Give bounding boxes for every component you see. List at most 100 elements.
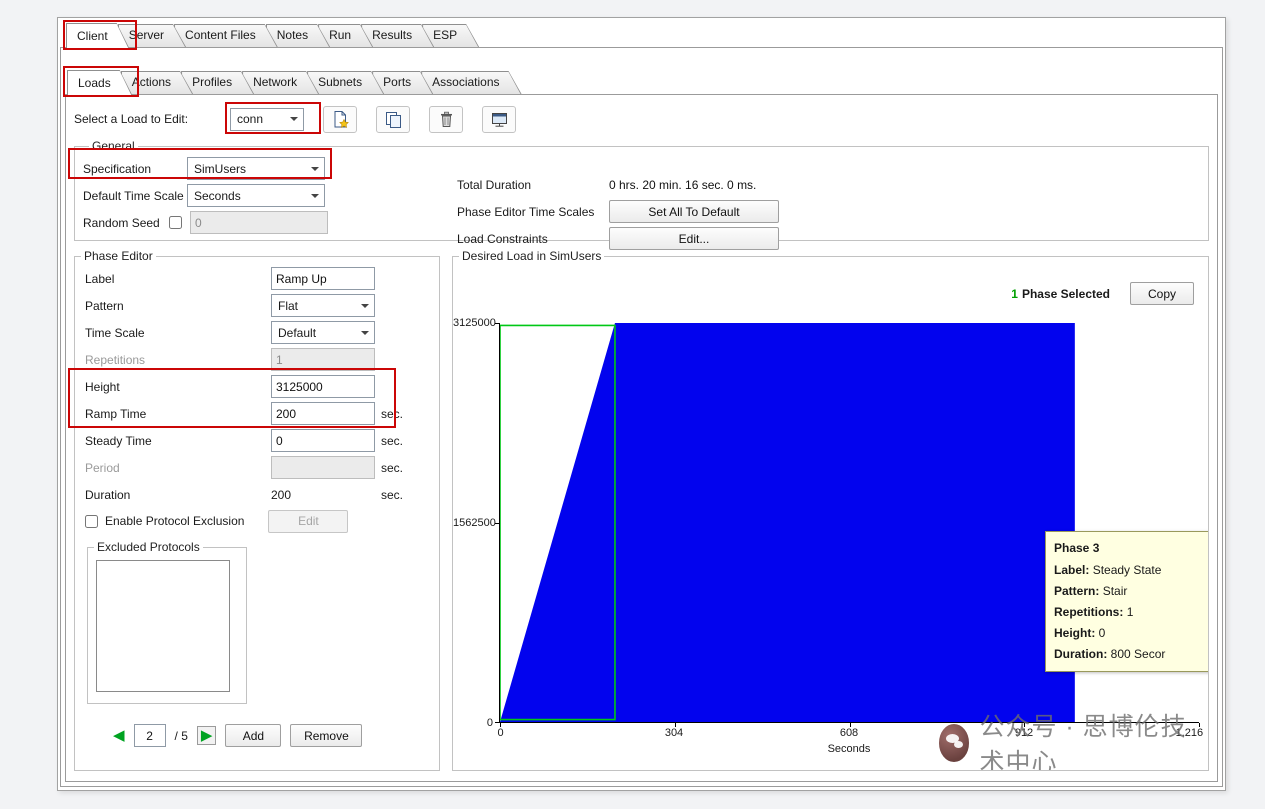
load-select-dropdown[interactable]: conn [230,108,304,131]
time-scale-dropdown[interactable]: Seconds [187,184,325,207]
copy-phase-button[interactable]: Copy [1130,282,1194,305]
time-scale-value: Seconds [194,189,241,203]
avalanche-window: Client Server Content Files Notes Run Re… [57,17,1226,791]
chevron-down-icon [361,331,369,339]
phase-number-input[interactable] [134,724,166,747]
load-selector-row: Select a Load to Edit: conn [74,103,1209,135]
tooltip-row: Duration: 800 Secor [1054,644,1209,665]
steady-time-row: Steady Time sec. [75,427,435,454]
height-label: Height [85,380,271,394]
steady-time-label: Steady Time [85,434,271,448]
y-tick [495,323,499,324]
remove-phase-button[interactable]: Remove [290,724,362,747]
phase-selected-text: Phase Selected [1022,287,1110,301]
secondary-tab-bar: Loads Actions Profiles Network Subnets P… [67,68,510,95]
tab-ports-label: Ports [383,75,411,89]
delete-load-icon [437,110,456,129]
copy-load-icon [384,110,403,129]
protocol-exclusion-edit-button: Edit [268,510,348,533]
general-section: General Specification SimUsers Default T… [74,139,1209,241]
protocol-exclusion-label: Enable Protocol Exclusion [105,514,244,528]
tab-run-label: Run [329,28,351,42]
prev-phase-button[interactable]: ◀ [113,728,125,743]
watermark-logo-icon [939,724,969,762]
load-select-label: Select a Load to Edit: [74,112,224,126]
set-all-default-button[interactable]: Set All To Default [609,200,779,223]
phase-time-scale-dropdown[interactable]: Default [271,321,375,344]
watermark: 公众号 · 思博伦技术中心 [939,707,1208,771]
loads-pane: Select a Load to Edit: conn [65,94,1218,782]
random-seed-checkbox[interactable] [169,216,182,229]
tooltip-title: Phase 3 [1054,538,1209,559]
specification-value: SimUsers [194,162,246,176]
phase-editor-rows: Label Pattern Flat T [75,265,435,508]
tab-loads[interactable]: Loads [67,70,133,96]
steady-time-input[interactable] [271,429,375,452]
y-axis-tick-zero: 0 [453,717,493,729]
repetitions-row: Repetitions [75,346,435,373]
x-axis-tick: 304 [665,727,683,739]
next-phase-button[interactable]: ▶ [197,726,217,745]
phase-time-scales-label: Phase Editor Time Scales [457,205,609,219]
protocol-exclusion-row: Enable Protocol Exclusion Edit [75,508,435,534]
period-input [271,456,375,479]
total-duration-label: Total Duration [457,178,609,192]
excluded-protocols-section: Excluded Protocols [87,540,247,704]
chevron-down-icon [290,117,298,125]
ramp-time-row: Ramp Time sec. [75,400,435,427]
tooltip-row: Height: 0 [1054,623,1209,644]
y-axis-tick-max: 3125000 [453,317,493,329]
y-axis-tick-mid: 1562500 [453,517,493,529]
rename-load-button[interactable] [482,106,516,133]
phase-time-scale-row: Time Scale Default [75,319,435,346]
pattern-value: Flat [278,299,298,313]
desired-load-legend: Desired Load in SimUsers [459,249,604,263]
add-phase-button[interactable]: Add [225,724,281,747]
duration-value: 200 [271,488,375,502]
height-input[interactable] [271,375,375,398]
repetitions-input [271,348,375,371]
excluded-protocols-list[interactable] [96,560,230,692]
pattern-label: Pattern [85,299,271,313]
phase-selected-indicator: 1Phase Selected [1011,287,1110,301]
general-right-column: Total Duration 0 hrs. 20 min. 16 sec. 0 … [457,171,779,252]
y-tick [495,523,499,524]
x-axis-tick: 0 [497,727,503,739]
delete-load-button[interactable] [429,106,463,133]
height-row: Height [75,373,435,400]
tab-associations[interactable]: Associations [421,71,521,94]
ramp-time-unit: sec. [381,407,403,421]
phase-editor-legend: Phase Editor [81,249,156,263]
phase-time-scale-label: Time Scale [85,326,271,340]
client-pane: Loads Actions Profiles Network Subnets P… [60,47,1223,787]
tab-subnets-label: Subnets [318,75,362,89]
excluded-protocols-legend: Excluded Protocols [94,540,203,554]
chevron-down-icon [311,194,319,202]
x-axis-tick: 608 [840,727,858,739]
total-duration-row: Total Duration 0 hrs. 20 min. 16 sec. 0 … [457,171,779,198]
specification-dropdown[interactable]: SimUsers [187,157,325,180]
new-load-button[interactable] [323,106,357,133]
load-select-value: conn [237,112,263,126]
phase-time-scale-value: Default [278,326,316,340]
copy-load-button[interactable] [376,106,410,133]
pattern-row: Pattern Flat [75,292,435,319]
load-constraints-edit-button[interactable]: Edit... [609,227,779,250]
y-tick [495,722,499,723]
random-seed-input [190,211,328,234]
chevron-down-icon [311,167,319,175]
phase-pager: ◀ / 5 ▶ Add Remove [113,724,435,747]
ramp-time-label: Ramp Time [85,407,271,421]
phase-label-input[interactable] [271,267,375,290]
tab-content-files[interactable]: Content Files [174,24,278,47]
primary-tab-bar: Client Server Content Files Notes Run Re… [66,21,467,48]
tab-client[interactable]: Client [66,23,130,49]
pattern-dropdown[interactable]: Flat [271,294,375,317]
tooltip-row: Label: Steady State [1054,560,1209,581]
tab-server-label: Server [129,28,164,42]
tooltip-row: Repetitions: 1 [1054,602,1209,623]
ramp-time-input[interactable] [271,402,375,425]
protocol-exclusion-checkbox[interactable] [85,515,98,528]
tab-notes-label: Notes [277,28,308,42]
total-duration-value: 0 hrs. 20 min. 16 sec. 0 ms. [609,178,756,192]
